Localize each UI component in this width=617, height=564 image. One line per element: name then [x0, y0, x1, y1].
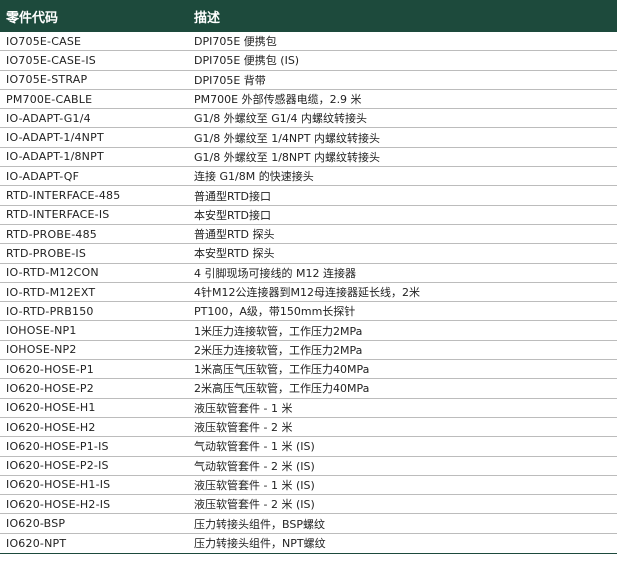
description-cell: 普通型RTD 探头: [194, 228, 275, 242]
description-cell: DPI705E 背带: [194, 73, 266, 87]
description-cell: 2米压力连接软管，工作压力2MPa: [194, 343, 363, 357]
description-cell: 液压软管套件 - 1 米 (IS): [194, 478, 315, 492]
part-code-cell: IO-ADAPT-1/8NPT: [6, 150, 104, 164]
description-cell: DPI705E 便携包: [194, 35, 277, 49]
description-cell: 2米高压气压软管，工作压力40MPa: [194, 382, 370, 396]
part-code-cell: IO-ADAPT-QF: [6, 169, 80, 183]
table-row: IO620-HOSE-H1-IS 液压软管套件 - 1 米 (IS): [0, 476, 617, 496]
table-row: IO-ADAPT-1/8NPT G1/8 外螺纹至 1/8NPT 内螺纹转接头: [0, 148, 617, 168]
header-description: 描述: [194, 10, 221, 26]
description-cell: G1/8 外螺纹至 G1/4 内螺纹转接头: [194, 112, 367, 126]
table-row: IO705E-STRAP DPI705E 背带: [0, 71, 617, 90]
part-code-cell: IO620-HOSE-H2: [6, 420, 96, 434]
table-row: IO-RTD-M12EXT 4针M12公连接器到M12母连接器延长线，2米: [0, 283, 617, 303]
part-code-cell: IO620-HOSE-P2: [6, 381, 94, 395]
table-row: IO620-BSP 压力转接头组件，BSP螺纹: [0, 514, 617, 534]
part-code-cell: IO620-HOSE-P1-IS: [6, 439, 109, 453]
description-cell: 液压软管套件 - 2 米: [194, 421, 293, 435]
description-cell: 本安型RTD 探头: [194, 247, 275, 261]
table-row: IO705E-CASE DPI705E 便携包: [0, 32, 617, 52]
part-code-cell: IO620-BSP: [6, 517, 66, 531]
part-code-cell: IO620-HOSE-H1-IS: [6, 478, 111, 492]
table-row: IO620-HOSE-H2-IS 液压软管套件 - 2 米 (IS): [0, 495, 617, 515]
part-code-cell: RTD-INTERFACE-IS: [6, 208, 110, 222]
description-cell: 液压软管套件 - 1 米: [194, 401, 293, 415]
part-code-cell: IO-RTD-PRB150: [6, 304, 94, 318]
table-row: IO620-HOSE-P1-IS 气动软管套件 - 1 米 (IS): [0, 437, 617, 457]
description-cell: PM700E 外部传感器电缆，2.9 米: [194, 93, 362, 107]
table-row: IO620-HOSE-P1 1米高压气压软管，工作压力40MPa: [0, 360, 617, 380]
description-cell: 本安型RTD接口: [194, 208, 272, 222]
table-row: IO-RTD-M12CON 4 引脚现场可接线的 M12 连接器: [0, 264, 617, 283]
table-row: IO-ADAPT-QF 连接 G1/8M 的快速接头: [0, 167, 617, 187]
part-code-cell: IOHOSE-NP2: [6, 343, 77, 357]
part-code-cell: IOHOSE-NP1: [6, 324, 77, 338]
part-code-cell: IO-ADAPT-1/4NPT: [6, 131, 104, 145]
part-code-cell: RTD-PROBE-485: [6, 227, 97, 241]
description-cell: DPI705E 便携包 (IS): [194, 54, 300, 68]
description-cell: 液压软管套件 - 2 米 (IS): [194, 498, 315, 512]
part-code-cell: IO620-HOSE-H2-IS: [6, 497, 111, 511]
part-code-cell: IO-RTD-M12EXT: [6, 285, 96, 299]
table-row: RTD-PROBE-IS 本安型RTD 探头: [0, 244, 617, 264]
description-cell: 4针M12公连接器到M12母连接器延长线，2米: [194, 286, 420, 299]
table-row: IO620-HOSE-H2 液压软管套件 - 2 米: [0, 418, 617, 438]
header-part-code: 零件代码: [6, 10, 59, 26]
description-cell: 1米压力连接软管，工作压力2MPa: [194, 324, 363, 338]
description-cell: 压力转接头组件，BSP螺纹: [194, 517, 325, 531]
table-row: RTD-INTERFACE-IS 本安型RTD接口: [0, 206, 617, 225]
part-code-cell: IO705E-STRAP: [6, 73, 88, 87]
part-code-cell: IO620-NPT: [6, 536, 67, 550]
part-code-cell: IO705E-CASE-IS: [6, 53, 96, 67]
description-cell: G1/8 外螺纹至 1/8NPT 内螺纹转接头: [194, 150, 381, 164]
description-cell: G1/8 外螺纹至 1/4NPT 内螺纹转接头: [194, 131, 381, 145]
part-code-cell: IO620-HOSE-H1: [6, 401, 96, 415]
part-code-cell: IO620-HOSE-P1: [6, 362, 94, 376]
table-row: RTD-PROBE-485 普通型RTD 探头: [0, 225, 617, 245]
table-row: IO705E-CASE-IS DPI705E 便携包 (IS): [0, 51, 617, 71]
description-cell: 压力转接头组件，NPT螺纹: [194, 537, 326, 551]
table-row: IO620-NPT 压力转接头组件，NPT螺纹: [0, 534, 617, 553]
parts-table: 零件代码 描述 IO705E-CASE DPI705E 便携包 IO705E-CAS…: [0, 0, 617, 555]
description-cell: 普通型RTD接口: [194, 189, 272, 203]
table-row: IO-RTD-PRB150 PT100，A级，带150mm长探针: [0, 302, 617, 322]
description-cell: 1米高压气压软管，工作压力40MPa: [194, 363, 370, 377]
description-cell: 连接 G1/8M 的快速接头: [194, 170, 314, 184]
description-cell: 气动软管套件 - 1 米 (IS): [194, 440, 315, 454]
table-row: IO620-HOSE-P2 2米高压气压软管，工作压力40MPa: [0, 379, 617, 399]
description-cell: PT100，A级，带150mm长探针: [194, 305, 356, 319]
table-row: IOHOSE-NP1 1米压力连接软管，工作压力2MPa: [0, 321, 617, 341]
part-code-cell: IO705E-CASE: [6, 34, 82, 48]
table-row: IO-ADAPT-1/4NPT G1/8 外螺纹至 1/4NPT 内螺纹转接头: [0, 128, 617, 148]
part-code-cell: IO-RTD-M12CON: [6, 266, 99, 280]
table-row: IO620-HOSE-H1 液压软管套件 - 1 米: [0, 399, 617, 418]
part-code-cell: IO620-HOSE-P2-IS: [6, 459, 109, 473]
description-cell: 气动软管套件 - 2 米 (IS): [194, 459, 315, 473]
table-row: IO-ADAPT-G1/4 G1/8 外螺纹至 G1/4 内螺纹转接头: [0, 109, 617, 129]
part-code-cell: PM700E-CABLE: [6, 92, 93, 106]
part-code-cell: RTD-PROBE-IS: [6, 246, 87, 260]
description-cell: 4 引脚现场可接线的 M12 连接器: [194, 266, 356, 280]
table-row: RTD-INTERFACE-485 普通型RTD接口: [0, 186, 617, 206]
table-row: IOHOSE-NP2 2米压力连接软管，工作压力2MPa: [0, 341, 617, 361]
table-body: IO705E-CASE DPI705E 便携包 IO705E-CASE-IS DPI7…: [0, 32, 617, 555]
part-code-cell: RTD-INTERFACE-485: [6, 189, 121, 203]
table-header: 零件代码 描述: [0, 0, 617, 32]
table-row: IO620-HOSE-P2-IS 气动软管套件 - 2 米 (IS): [0, 457, 617, 476]
table-row: PM700E-CABLE PM700E 外部传感器电缆，2.9 米: [0, 90, 617, 110]
part-code-cell: IO-ADAPT-G1/4: [6, 111, 91, 125]
